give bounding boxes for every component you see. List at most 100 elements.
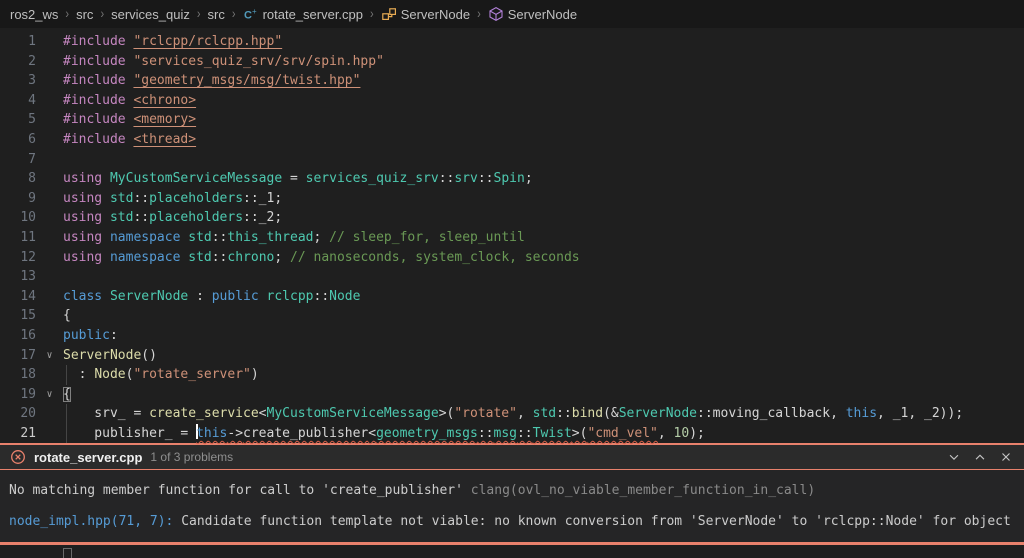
line-number: 1 <box>28 34 36 49</box>
code-line[interactable]: 21 publisher_ = this->create_publisher<g… <box>0 423 1024 444</box>
code-token: ; <box>274 249 291 265</box>
code-line[interactable]: 18 : Node("rotate_server") <box>0 365 1024 385</box>
code-token: :: <box>477 171 494 187</box>
code-token: this <box>196 425 228 441</box>
breadcrumb-item-method[interactable]: ServerNode <box>488 6 577 22</box>
code-line[interactable]: 20 srv_ = create_service<MyCustomService… <box>0 404 1024 424</box>
code-token: () <box>141 347 157 363</box>
code-line[interactable]: 9 using std::placeholders::_1; <box>0 189 1024 209</box>
code-token: geometry_msgs <box>376 425 478 441</box>
code-line[interactable]: 15 { <box>0 306 1024 326</box>
code-token: (& <box>603 406 619 422</box>
breadcrumb-item-src2[interactable]: src <box>208 7 225 22</box>
line-number: 21 <box>20 425 36 441</box>
code-text: publisher_ = this->create_publisher<geom… <box>63 423 705 444</box>
code-token: >( <box>571 425 588 441</box>
code-token: Twist <box>532 425 572 441</box>
code-token: :: <box>211 229 228 245</box>
code-line[interactable]: 16 public: <box>0 326 1024 346</box>
next-problem-button[interactable] <box>946 449 962 465</box>
problem-text: No matching member function for call to … <box>9 483 471 499</box>
breadcrumb-item-class[interactable]: ServerNode <box>381 6 470 22</box>
chevron-right-icon: › <box>231 6 236 22</box>
code-token: this <box>845 406 878 422</box>
problems-peek-header: rotate_server.cpp 1 of 3 problems <box>0 445 1024 471</box>
breadcrumb-item-file[interactable]: C + rotate_server.cpp <box>243 6 363 22</box>
code-line[interactable]: 10 using std::placeholders::_2; <box>0 208 1024 228</box>
code-line[interactable]: 7 <box>0 150 1024 170</box>
fold-gutter <box>36 189 63 209</box>
code-line[interactable]: 6 #include <thread> <box>0 130 1024 150</box>
code-line[interactable]: 12 using namespace std::chrono; // nanose… <box>0 248 1024 268</box>
code-token: "services_quiz_srv/srv/spin.hpp" <box>133 53 384 69</box>
code-line[interactable]: 8 using MyCustomServiceMessage = services… <box>0 169 1024 189</box>
code-token: std <box>109 210 134 226</box>
code-line[interactable]: 13 <box>0 267 1024 287</box>
method-icon <box>489 6 503 22</box>
code-token: // nanoseconds, system_clock, seconds <box>290 249 580 265</box>
breadcrumb-item-services-quiz[interactable]: services_quiz <box>111 7 190 22</box>
fold-gutter <box>36 52 63 72</box>
problems-file-title: rotate_server.cpp <box>34 449 143 465</box>
line-number: 10 <box>20 210 36 226</box>
code-line[interactable]: 2 #include "services_quiz_srv/srv/spin.hp… <box>0 52 1024 72</box>
code-line[interactable]: 1 #include "rclcpp/rclcpp.hpp" <box>0 32 1024 52</box>
code-token: std <box>188 249 212 265</box>
code-text: #include "rclcpp/rclcpp.hpp" <box>63 32 282 52</box>
code-line[interactable]: 17 ∨ ServerNode() <box>0 346 1024 366</box>
fold-chevron-icon[interactable]: ∨ <box>36 385 63 405</box>
fold-gutter <box>36 326 63 346</box>
code-line[interactable]: 4 #include <chrono> <box>0 91 1024 111</box>
code-text: using MyCustomServiceMessage = services_… <box>63 169 533 189</box>
line-number: 11 <box>20 229 36 245</box>
code-token: :: <box>556 406 572 422</box>
code-token: >( <box>438 406 455 422</box>
problem-message[interactable]: No matching member function for call to … <box>0 475 1024 506</box>
code-line[interactable]: 11 using namespace std::this_thread; // s… <box>0 228 1024 248</box>
breadcrumb-item-src[interactable]: src <box>76 7 93 22</box>
code-token: #include <box>63 53 126 69</box>
indent-guide <box>66 423 67 444</box>
code-area: 1 #include "rclcpp/rclcpp.hpp" 2 #include "… <box>0 28 1024 444</box>
code-text: using namespace std::this_thread; // sle… <box>63 228 525 248</box>
code-token: public <box>211 288 259 304</box>
line-number: 16 <box>20 327 36 343</box>
previous-problem-button[interactable] <box>972 449 988 465</box>
breadcrumb-item-ros2-ws[interactable]: ros2_ws <box>10 7 58 22</box>
problem-message[interactable]: node_impl.hpp(71, 7): Candidate function… <box>0 506 1024 537</box>
code-line[interactable]: 19 ∨{ <box>0 385 1024 405</box>
class-icon <box>381 8 396 21</box>
code-line[interactable]: 5 #include <memory> <box>0 110 1024 130</box>
code-text: using std::placeholders::_2; <box>63 208 282 228</box>
code-line[interactable]: 14 class ServerNode : public rclcpp::Node <box>0 287 1024 307</box>
code-line[interactable]: 3 #include "geometry_msgs/msg/twist.hpp" <box>0 71 1024 91</box>
code-token: ::_2; <box>243 210 283 226</box>
code-token: using <box>63 210 103 226</box>
code-token: msg <box>493 425 517 441</box>
code-token: Spin <box>493 171 525 187</box>
code-token: MyCustomServiceMessage <box>266 406 439 422</box>
code-token: < <box>258 406 267 422</box>
code-token: using <box>63 249 103 265</box>
fold-gutter <box>36 208 63 228</box>
code-token: , <box>657 425 674 441</box>
code-token: rclcpp <box>266 288 314 304</box>
code-text: { <box>63 306 71 326</box>
fold-gutter <box>36 267 63 287</box>
code-token: "geometry_msgs/msg/twist.hpp" <box>133 73 361 89</box>
chevron-down-icon <box>949 455 959 461</box>
indent-guide <box>66 365 67 385</box>
fold-chevron-icon[interactable]: ∨ <box>36 346 63 366</box>
code-token: MyCustomServiceMessage <box>109 171 283 187</box>
problem-location-link[interactable]: node_impl.hpp(71, 7): <box>9 514 181 529</box>
fold-gutter <box>36 169 63 189</box>
close-icon <box>1002 453 1010 462</box>
code-token: "rotate_server" <box>133 367 251 383</box>
code-token: // sleep_for, sleep_until <box>329 229 525 245</box>
close-peek-button[interactable] <box>998 449 1014 465</box>
code-text: public: <box>63 326 118 346</box>
code-token: create_service <box>149 406 259 422</box>
